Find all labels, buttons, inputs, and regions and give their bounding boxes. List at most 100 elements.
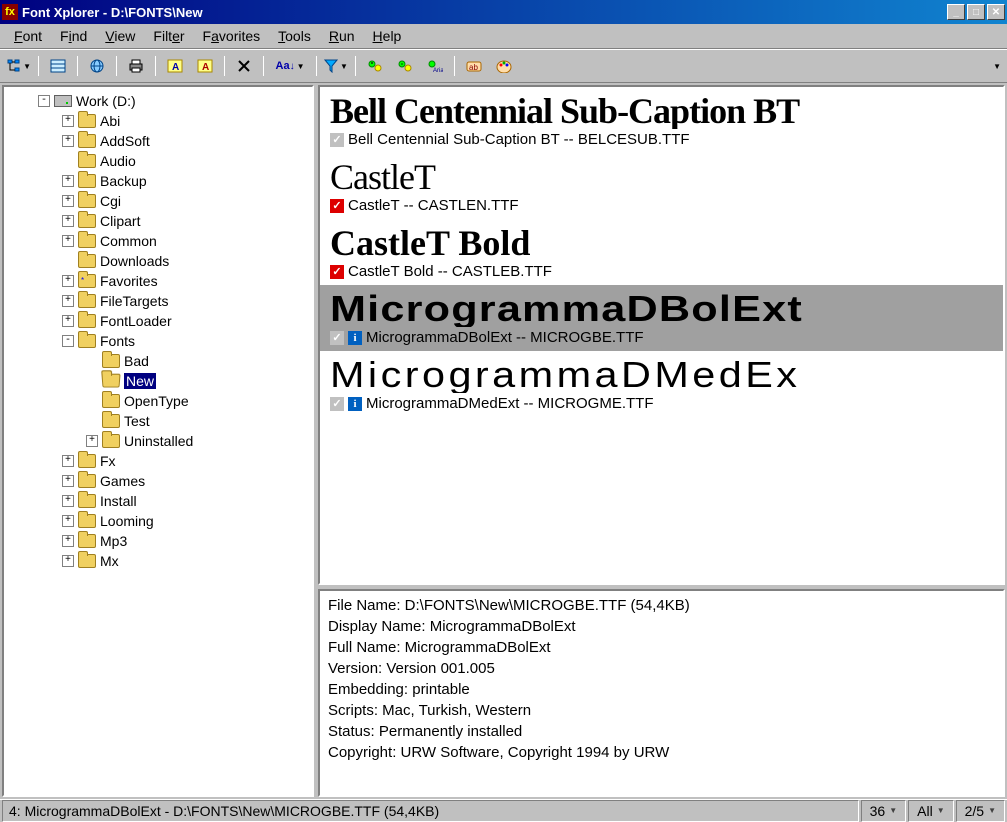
expand-toggle[interactable]: + [62,135,74,147]
expand-toggle[interactable]: + [62,175,74,187]
tree-label[interactable]: FontLoader [100,313,172,329]
close-button[interactable]: ✕ [987,4,1005,20]
tree-label[interactable]: Mp3 [100,533,127,549]
install-font-button[interactable]: A [162,54,188,78]
details-view-button[interactable] [45,54,71,78]
delete-button[interactable] [231,54,257,78]
tree-label[interactable]: Bad [124,353,149,369]
expand-toggle[interactable]: + [62,275,74,287]
minimize-button[interactable]: _ [947,4,965,20]
tree-label[interactable]: Install [100,493,137,509]
tree-label[interactable]: Mx [100,553,119,569]
status-size[interactable]: 36▼ [861,800,907,822]
expand-toggle[interactable]: + [62,555,74,567]
tree-node-install[interactable]: +Install [8,491,308,511]
sort-button[interactable]: Aa↓ ▼ [270,54,310,78]
tree-node-looming[interactable]: + Looming [8,511,308,531]
expand-toggle[interactable]: + [62,215,74,227]
tree-label[interactable]: New [124,373,156,389]
tree-label[interactable]: Fx [100,453,116,469]
font-item[interactable]: MicrogrammaDMedEx✓iMicrogrammaDMedExt --… [320,351,1003,417]
expand-toggle[interactable]: + [62,515,74,527]
tree-node-abi[interactable]: + Abi [8,111,308,131]
tree-node-common[interactable]: + Common [8,231,308,251]
print-button[interactable] [123,54,149,78]
sample-text-button[interactable]: ab [461,54,487,78]
menu-font[interactable]: Font [6,26,50,46]
preview-options-button[interactable] [491,54,517,78]
maximize-button[interactable]: □ [967,4,985,20]
check-icon[interactable]: ✓ [330,199,344,213]
tree-node-filetargets[interactable]: +FileTargets [8,291,308,311]
tree-label[interactable]: Abi [100,113,120,129]
tree-node-bad[interactable]: Bad [8,351,308,371]
expand-toggle[interactable]: - [62,335,74,347]
fav-remove-button[interactable] [392,54,418,78]
expand-toggle[interactable]: + [62,195,74,207]
tree-label[interactable]: AddSoft [100,133,150,149]
tree-label[interactable]: Games [100,473,145,489]
menu-favorites[interactable]: Favorites [195,26,269,46]
charmap-button[interactable] [84,54,110,78]
expand-toggle[interactable]: - [38,95,50,107]
filter-button[interactable]: ▼ [323,54,349,78]
tree-label[interactable]: Common [100,233,157,249]
tree-node-mp3[interactable]: + Mp3 [8,531,308,551]
fav-add-button[interactable] [362,54,388,78]
tree-node-favorites[interactable]: +*Favorites [8,271,308,291]
tree-node-fontloader[interactable]: + FontLoader [8,311,308,331]
tree-label[interactable]: Looming [100,513,154,529]
tree-label[interactable]: Audio [100,153,136,169]
menu-filter[interactable]: Filter [145,26,192,46]
tree-label[interactable]: Cgi [100,193,121,209]
tree-node-games[interactable]: + Games [8,471,308,491]
tree-mode-button[interactable]: ▼ [6,54,32,78]
tree-node-fx[interactable]: + Fx [8,451,308,471]
check-icon[interactable]: ✓ [330,397,344,411]
menu-view[interactable]: View [97,26,143,46]
status-filter[interactable]: All▼ [908,800,953,822]
check-icon[interactable]: ✓ [330,331,344,345]
tree-node-cgi[interactable]: + Cgi [8,191,308,211]
expand-toggle[interactable]: + [62,535,74,547]
folder-tree[interactable]: -Work (D:)+Abi+AddSoftAudio+Backup+Cgi+C… [4,87,312,795]
tree-label[interactable]: OpenType [124,393,189,409]
toolbar-overflow[interactable]: ▼ [993,62,1001,71]
fav-arial-button[interactable]: Arial [422,54,448,78]
tree-label[interactable]: Uninstalled [124,433,193,449]
tree-drive[interactable]: Work (D:) [76,93,136,109]
menu-tools[interactable]: Tools [270,26,319,46]
tree-node-clipart[interactable]: +Clipart [8,211,308,231]
font-item[interactable]: CastleT Bold✓CastleT Bold -- CASTLEB.TTF [320,219,1003,285]
tree-node-addsoft[interactable]: + AddSoft [8,131,308,151]
font-item[interactable]: CastleT✓CastleT -- CASTLEN.TTF [320,153,1003,219]
expand-toggle[interactable]: + [62,475,74,487]
tree-node-fonts[interactable]: - Fonts [8,331,308,351]
font-item[interactable]: MicrogrammaDBolExt✓iMicrogrammaDBolExt -… [320,285,1003,351]
expand-toggle[interactable]: + [62,455,74,467]
tree-label[interactable]: Backup [100,173,147,189]
menu-help[interactable]: Help [365,26,410,46]
tree-node-uninstalled[interactable]: +Uninstalled [8,431,308,451]
expand-toggle[interactable]: + [62,235,74,247]
check-icon[interactable]: ✓ [330,265,344,279]
uninstall-font-button[interactable]: A [192,54,218,78]
expand-toggle[interactable]: + [62,315,74,327]
tree-node-audio[interactable]: Audio [8,151,308,171]
status-page[interactable]: 2/5▼ [956,800,1005,822]
tree-label[interactable]: FileTargets [100,293,168,309]
tree-label[interactable]: Downloads [100,253,169,269]
expand-toggle[interactable]: + [62,115,74,127]
tree-node-new[interactable]: New [8,371,308,391]
font-item[interactable]: Bell Centennial Sub-Caption BT✓Bell Cent… [320,87,1003,153]
font-list-panel[interactable]: Bell Centennial Sub-Caption BT✓Bell Cent… [318,85,1005,585]
check-icon[interactable]: ✓ [330,133,344,147]
tree-node-downloads[interactable]: Downloads [8,251,308,271]
tree-label[interactable]: Fonts [100,333,135,349]
tree-label[interactable]: Favorites [100,273,158,289]
menu-run[interactable]: Run [321,26,363,46]
tree-label[interactable]: Test [124,413,150,429]
menu-find[interactable]: Find [52,26,95,46]
tree-node-backup[interactable]: + Backup [8,171,308,191]
tree-node-test[interactable]: Test [8,411,308,431]
